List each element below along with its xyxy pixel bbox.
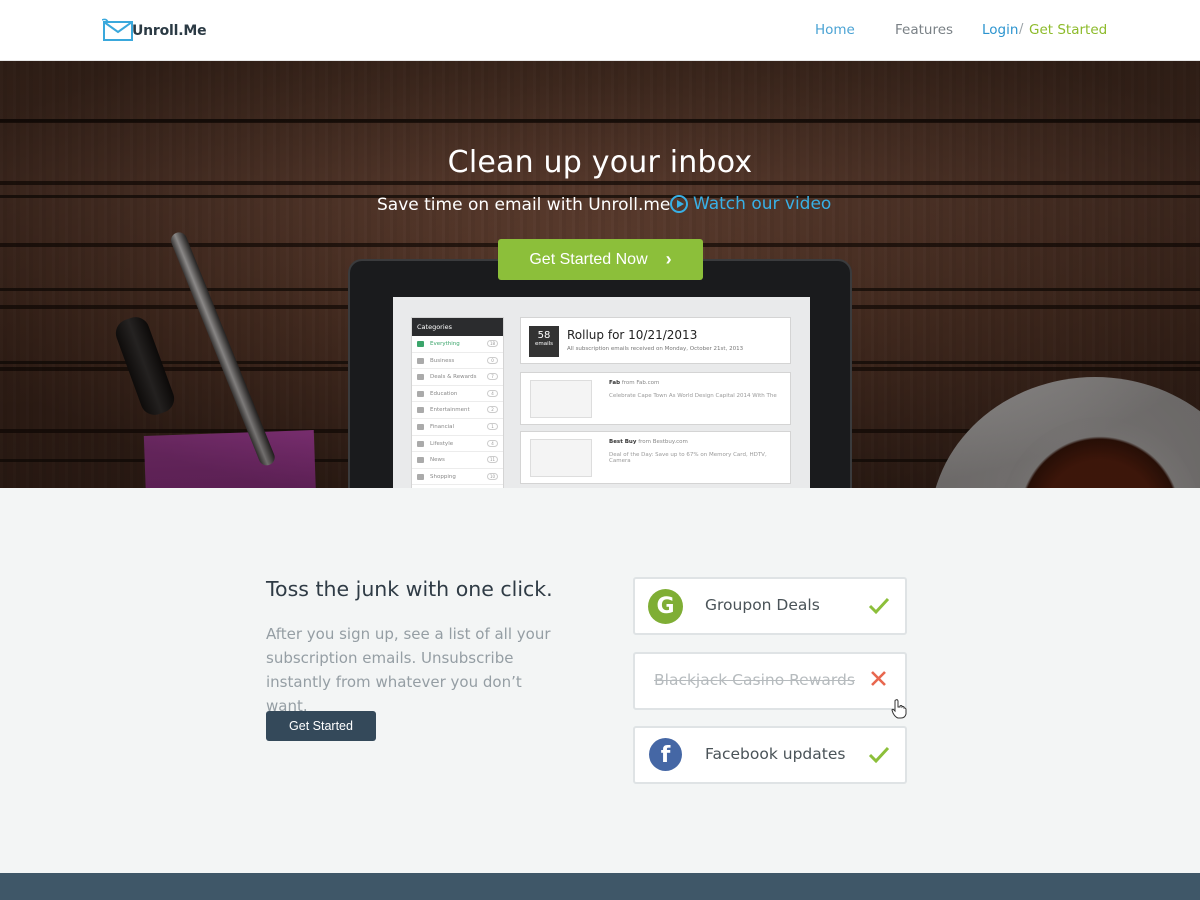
facebook-icon: f — [649, 738, 682, 771]
checkmark-icon[interactable] — [868, 594, 890, 616]
category-label: Business — [430, 357, 455, 364]
subscription-card-facebook[interactable]: f Facebook updates — [633, 726, 907, 784]
category-label: Lifestyle — [430, 440, 454, 447]
checkmark-icon[interactable] — [868, 743, 890, 765]
category-item: Business 0 — [412, 353, 503, 370]
chevron-right-icon: › — [665, 249, 672, 269]
mail-item: Fab from Fab.com Celebrate Cape Town As … — [520, 372, 791, 425]
category-count: 10 — [487, 472, 498, 480]
category-count: 4 — [487, 439, 498, 447]
hero-subtitle: Save time on email with Unroll.me — [377, 195, 671, 215]
get-started-now-button[interactable]: Get Started Now › — [498, 239, 703, 280]
watch-video-link[interactable]: Watch our video — [670, 194, 831, 214]
nav-home-link[interactable]: Home — [815, 22, 855, 38]
category-item: News 11 — [412, 452, 503, 469]
feature-title: Toss the junk with one click. — [266, 577, 553, 601]
category-item: Entertainment 2 — [412, 402, 503, 419]
category-label: Entertainment — [430, 407, 470, 414]
rollup-count-badge: 58 emails — [529, 326, 559, 357]
category-item: Everything 18 — [412, 336, 503, 353]
nav-login-link[interactable]: Login — [982, 22, 1018, 38]
category-label: Everything — [430, 341, 460, 347]
feature-description: After you sign up, see a list of all you… — [266, 625, 551, 715]
category-count: 18 — [487, 340, 498, 347]
category-count: 4 — [487, 389, 498, 397]
mail-sender-name: Fab — [609, 380, 621, 386]
category-icon — [417, 357, 424, 364]
mail-thumbnail — [530, 439, 592, 477]
subscription-card-groupon[interactable]: G Groupon Deals — [633, 577, 907, 635]
category-count: 0 — [487, 356, 498, 364]
category-label: News — [430, 457, 445, 464]
category-icon — [417, 457, 424, 464]
rollup-subtitle: All subscription emails received on Mond… — [567, 346, 744, 352]
rollup-title: Rollup for 10/21/2013 — [567, 328, 698, 342]
subscription-label: Blackjack Casino Rewards — [654, 671, 855, 689]
footer-bar — [0, 873, 1200, 900]
get-started-button[interactable]: Get Started — [266, 711, 376, 741]
laptop-mockup: Categories Everything 18 Business 0 Deals … — [348, 259, 852, 488]
hero-title: Clean up your inbox — [447, 145, 753, 180]
nav-separator: / — [1019, 22, 1024, 37]
close-icon[interactable] — [870, 670, 887, 687]
category-item: Lifestyle 4 — [412, 436, 503, 453]
nav-features-link[interactable]: Features — [895, 22, 953, 38]
category-item: Deals & Rewards 7 — [412, 369, 503, 386]
category-icon — [417, 440, 424, 447]
nav-get-started-link[interactable]: Get Started — [1029, 22, 1107, 38]
category-icon — [417, 390, 424, 397]
category-item: Financial 1 — [412, 419, 503, 436]
groupon-icon: G — [648, 589, 683, 624]
mail-thumbnail — [530, 380, 592, 418]
app-screenshot: Categories Everything 18 Business 0 Deals … — [393, 297, 810, 488]
mail-sender-domain: from Bestbuy.com — [638, 439, 688, 445]
category-icon — [417, 374, 424, 381]
category-icon — [417, 423, 424, 430]
hand-cursor-icon — [891, 699, 907, 719]
categories-panel: Categories Everything 18 Business 0 Deals … — [411, 317, 504, 488]
subscription-label: Facebook updates — [705, 745, 846, 763]
category-icon — [417, 341, 424, 347]
top-navbar: Unroll.Me Home Features Login / Get Star… — [0, 0, 1200, 61]
category-label: Deals & Rewards — [430, 374, 477, 381]
category-label: Education — [430, 390, 458, 397]
rollup-card: 58 emails Rollup for 10/21/2013 All subs… — [520, 317, 791, 364]
mail-subject: Deal of the Day: Save up to 67% on Memor… — [609, 452, 767, 464]
play-icon — [670, 195, 688, 213]
category-count: 2 — [487, 406, 498, 414]
logo[interactable]: Unroll.Me — [102, 18, 207, 44]
category-label: Shopping — [430, 473, 456, 480]
mail-sender-name: Best Buy — [609, 439, 637, 445]
mail-sender: Fab from Fab.com — [609, 380, 659, 386]
watch-video-label: Watch our video — [693, 194, 832, 214]
rollup-unit: emails — [534, 341, 554, 347]
category-item: Education 4 — [412, 386, 503, 403]
subscription-label: Groupon Deals — [705, 596, 820, 614]
mail-sender: Best Buy from Bestbuy.com — [609, 439, 688, 445]
categories-header: Categories — [412, 318, 503, 336]
subscription-card-blackjack[interactable]: Blackjack Casino Rewards — [633, 652, 907, 710]
cta-label: Get Started Now — [529, 250, 648, 268]
mail-subject: Celebrate Cape Town As World Design Capi… — [609, 393, 777, 399]
mail-item: Best Buy from Bestbuy.com Deal of the Da… — [520, 431, 791, 484]
category-count: 1 — [487, 422, 498, 430]
category-label: Financial — [430, 423, 455, 430]
category-item: Shopping 10 — [412, 469, 503, 486]
category-icon — [417, 407, 424, 414]
logo-text: Unroll.Me — [132, 23, 207, 39]
rollup-count: 58 — [537, 330, 551, 341]
mail-sender-domain: from Fab.com — [621, 380, 660, 386]
category-icon — [417, 473, 424, 480]
category-count: 11 — [487, 456, 498, 464]
category-count: 7 — [487, 373, 498, 381]
hero-section: Categories Everything 18 Business 0 Deals … — [0, 61, 1200, 488]
